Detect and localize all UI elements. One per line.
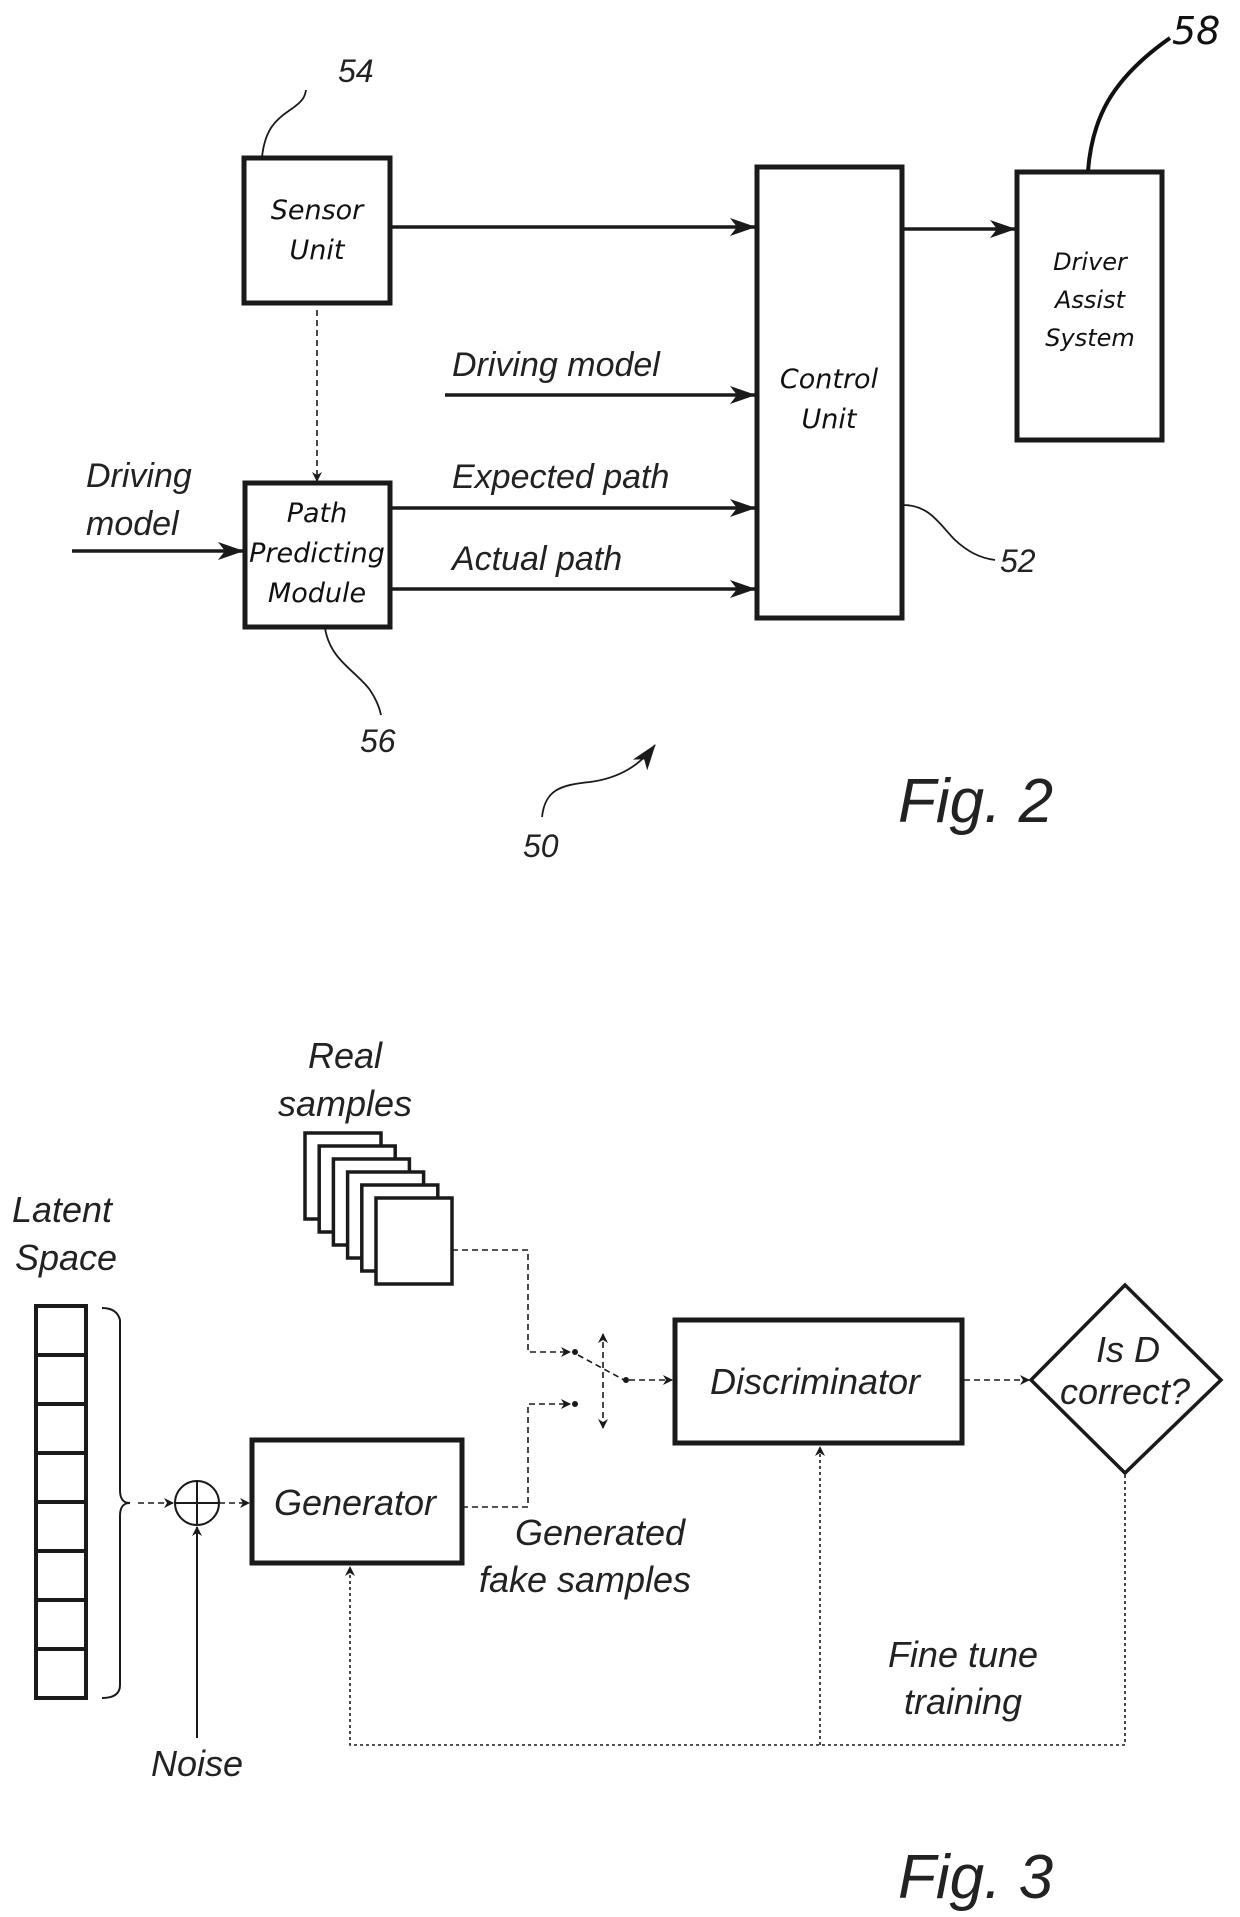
- real-samples-stack: [303, 1131, 454, 1286]
- control-unit-label-line2: Unit: [802, 404, 858, 435]
- latent-space-cell: [34, 1549, 88, 1602]
- latent-space-cell: [34, 1647, 88, 1700]
- generated-fake-samples-label-line2: fake samples: [479, 1559, 691, 1600]
- ppm-label-line3: Module: [268, 578, 366, 609]
- latent-space-cell: [34, 1451, 88, 1504]
- path-predicting-module-block: Path Predicting Module: [242, 480, 393, 630]
- ppm-ref: 56: [360, 723, 396, 759]
- generated-fake-samples-label-line1: Generated: [515, 1512, 686, 1553]
- ppm-label-line1: Path: [287, 498, 348, 529]
- system-ref-arrow: [541, 744, 656, 818]
- sensor-unit-block: Sensor Unit: [241, 155, 393, 306]
- das-label-line1: Driver: [1053, 248, 1129, 276]
- das-leader-line: [1086, 36, 1172, 172]
- control-unit-block: Control Unit: [754, 164, 905, 621]
- patent-drawing-sheet: Sensor Unit 54 Path Predicting Module 56…: [12, 9, 1224, 1912]
- ppm-label-line2: Predicting: [249, 538, 385, 569]
- latent-space-label-line2: Space: [15, 1237, 117, 1278]
- driving-model-input-label-line2: model: [86, 505, 180, 543]
- control-unit-leader-line: [902, 504, 996, 561]
- sample-selector-switch[interactable]: [572, 1333, 629, 1429]
- das-ref: 58: [1172, 9, 1220, 53]
- latent-space-cell: [34, 1402, 88, 1455]
- switch-lever: [577, 1354, 625, 1381]
- noise-label: Noise: [151, 1743, 243, 1784]
- das-label-line3: System: [1045, 324, 1135, 352]
- real-samples-label-line2: samples: [278, 1083, 412, 1124]
- figure-2-caption: Fig. 2: [898, 767, 1053, 836]
- fine-tune-label-line1: Fine tune: [888, 1634, 1038, 1675]
- latent-space-cell: [34, 1598, 88, 1651]
- driving-model-input-label-line1: Driving: [86, 457, 192, 495]
- ppm-leader-line: [324, 627, 382, 716]
- real-samples-to-switch-line: [452, 1249, 571, 1357]
- driver-assist-system-block: Driver Assist System: [1014, 169, 1165, 443]
- decision-label-line2: correct?: [1060, 1371, 1190, 1412]
- sum-node-icon: [174, 1480, 220, 1526]
- latent-space-cell: [34, 1353, 88, 1406]
- system-ref: 50: [523, 828, 559, 864]
- sensor-unit-label-line1: Sensor: [271, 195, 365, 226]
- control-unit-label-line1: Control: [780, 364, 879, 395]
- generator-block: Generator: [249, 1437, 465, 1566]
- sensor-unit-ref: 54: [338, 53, 374, 89]
- switch-contact-fake: [572, 1401, 578, 1407]
- latent-space-cell: [34, 1500, 88, 1553]
- figure-2: Sensor Unit 54 Path Predicting Module 56…: [72, 9, 1220, 864]
- latent-space-cell: [34, 1304, 88, 1357]
- figure-3: Real samples Latent Space Noise Generato…: [12, 1035, 1224, 1912]
- das-label-line2: Assist: [1053, 286, 1127, 314]
- sensor-unit-leader-line: [261, 89, 307, 158]
- expected-path-label: Expected path: [452, 458, 669, 496]
- generator-label: Generator: [274, 1482, 438, 1523]
- figure-3-caption: Fig. 3: [898, 1843, 1053, 1912]
- fine-tune-label-line2: training: [904, 1681, 1022, 1722]
- latent-space-vector: [34, 1304, 88, 1700]
- discriminator-label: Discriminator: [710, 1361, 922, 1402]
- fake-samples-to-switch-line: [462, 1399, 571, 1508]
- switch-pivot: [623, 1377, 629, 1383]
- actual-path-label: Actual path: [450, 540, 622, 578]
- latent-space-brace: [101, 1307, 131, 1699]
- decision-diamond: Is D correct?: [1028, 1282, 1224, 1476]
- sensor-unit-label-line2: Unit: [290, 235, 346, 266]
- real-samples-label-line1: Real: [308, 1035, 383, 1076]
- discriminator-block: Discriminator: [672, 1317, 965, 1446]
- driving-model-label: Driving model: [452, 346, 661, 384]
- real-sample-card: [374, 1196, 454, 1286]
- control-unit-ref: 52: [1000, 543, 1036, 579]
- latent-space-label-line1: Latent: [12, 1189, 114, 1230]
- decision-label-line1: Is D: [1096, 1329, 1160, 1370]
- switch-contact-real: [572, 1349, 578, 1355]
